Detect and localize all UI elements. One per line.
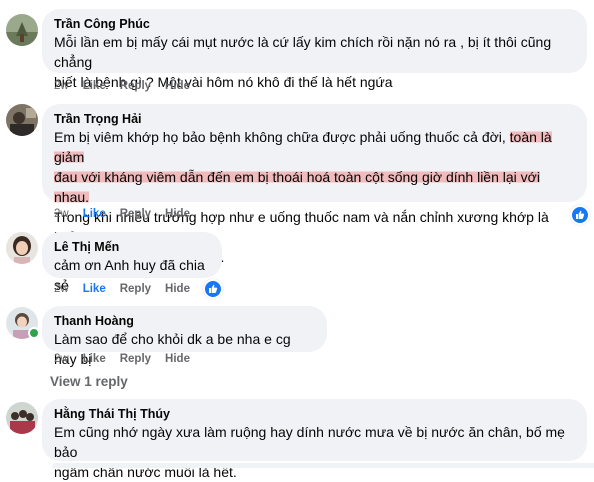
comment-time[interactable]: 2w [54,80,69,92]
comment-author[interactable]: Hằng Thái Thị Thúy [54,406,575,422]
reply-button[interactable]: Reply [120,80,151,92]
avatar[interactable] [6,232,38,264]
like-button[interactable]: Like [83,208,106,220]
avatar[interactable] [6,104,38,136]
like-button[interactable]: Like [83,353,106,365]
comment-time[interactable]: 2w [54,283,69,295]
comment-text-line: Em bị viêm khớp họ bảo bệnh không chữa đ… [54,127,575,167]
comment-time[interactable]: 2w [54,353,69,365]
reply-button[interactable]: Reply [120,353,151,365]
hide-button[interactable]: Hide [165,283,190,295]
avatar[interactable] [6,14,38,46]
comment-bubble: Trần Công Phúc Mỗi lần em bị mấy cái mụt… [42,9,587,90]
view-replies-link[interactable]: View 1 reply [50,374,128,389]
hide-button[interactable]: Hide [165,353,190,365]
comment-bubble: Lê Thị Mến cảm ơn Anh huy đã chia sẻ [42,232,222,293]
reply-button[interactable]: Reply [120,208,151,220]
comment-time[interactable]: 2w [54,208,69,220]
comment-actions: 2w Like Reply Hide [54,353,190,365]
highlighted-text: đau với kháng viêm dẫn đến em bị thoái h… [54,169,540,205]
hide-button[interactable]: Hide [165,80,190,92]
reply-input-field[interactable] [52,463,594,468]
reply-button[interactable]: Reply [120,283,151,295]
avatar[interactable] [6,402,38,434]
comment-author[interactable]: Thanh Hoàng [54,313,315,329]
comment-bubble: Trần Trọng Hải Em bị viêm khớp họ bảo bệ… [42,104,587,265]
thumbs-up-icon[interactable] [570,205,590,225]
comment-actions: 2w Like Reply Hide [54,80,190,92]
like-button[interactable]: Like [83,283,106,295]
comment-author[interactable]: Lê Thị Mến [54,239,210,255]
comment-actions: 2w Like Reply Hide [54,208,190,220]
online-status-dot [28,327,40,339]
comment-actions: 2w Like Reply Hide [54,283,190,295]
thumbs-up-icon[interactable] [203,279,223,299]
comment-author[interactable]: Trần Trọng Hải [54,111,575,127]
comment-author[interactable]: Trần Công Phúc [54,16,575,32]
like-button[interactable]: Like [83,80,106,92]
comment-text-line: Em cũng nhớ ngày xưa làm ruộng hay dính … [54,424,565,460]
comment-bubble: Thanh Hoàng Làm sao để cho khỏi dk a be … [42,306,327,367]
comment-text-line: Mỗi lần em bị mấy cái mụt nước là cứ lấy… [54,34,552,70]
hide-button[interactable]: Hide [165,208,190,220]
comment-text-plain: Em bị viêm khớp họ bảo bệnh không chữa đ… [54,129,510,145]
comment-bubble: Hằng Thái Thị Thúy Em cũng nhớ ngày xưa … [42,399,587,480]
comment-text-line: đau với kháng viêm dẫn đến em bị thoái h… [54,167,575,207]
